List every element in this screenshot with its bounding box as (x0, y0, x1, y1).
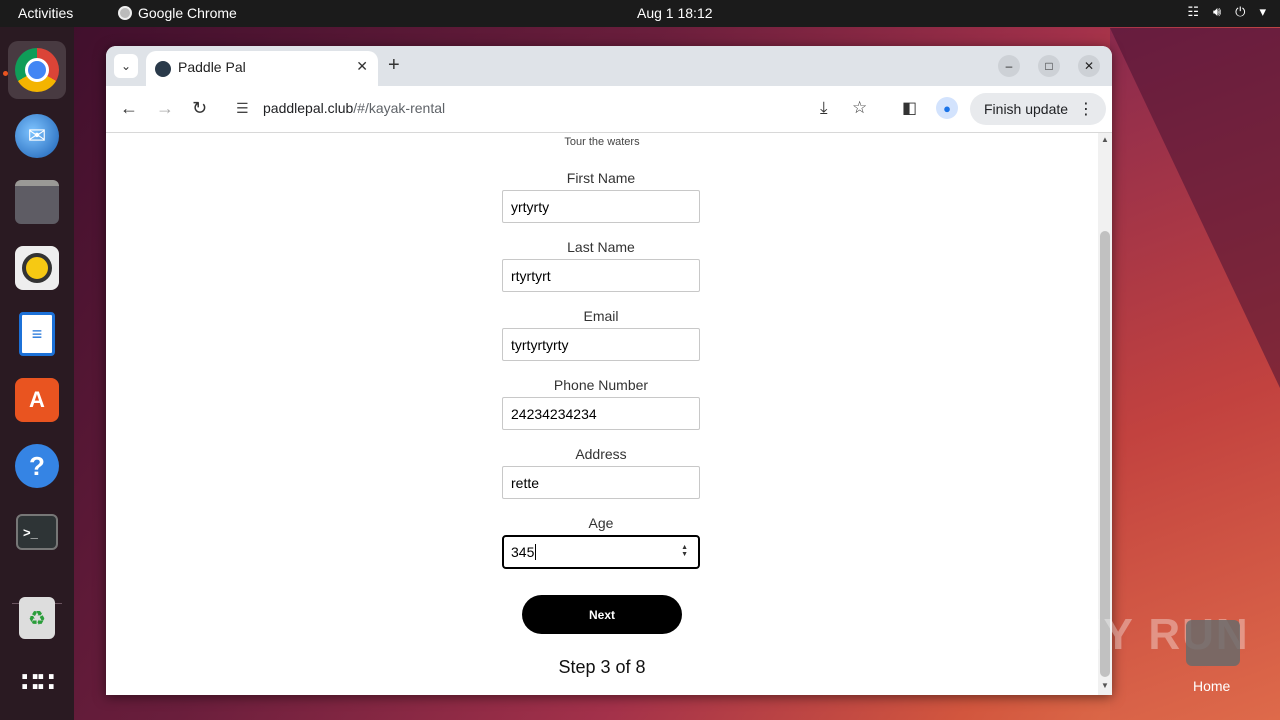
url-host: paddlepal.club (263, 100, 354, 116)
age-label: Age (588, 515, 614, 531)
trash-icon: ♻ (19, 597, 55, 639)
system-top-bar: Activities Google Chrome Aug 1 18:12 ☷ 🔊… (0, 0, 1280, 27)
site-info-icon[interactable]: ☰ (236, 100, 249, 117)
dock-help[interactable]: ? (8, 437, 66, 495)
tab-strip: ⌄ Paddle Pal ✕ + – □ ✕ (106, 46, 1112, 86)
age-input[interactable]: 345 ▲ ▼ (502, 535, 700, 569)
chrome-icon (15, 48, 59, 92)
chrome-icon (118, 6, 132, 20)
url-path: /#/kayak-rental (353, 100, 446, 116)
close-icon: ✕ (1083, 59, 1095, 73)
first-name-label: First Name (566, 170, 636, 186)
phone-label: Phone Number (553, 377, 649, 393)
minimize-icon: – (1005, 59, 1013, 73)
system-tray[interactable]: ☷ 🔊︎ ⏻ ▾ (1187, 4, 1266, 20)
app-grid-icon: ∷∷ (20, 666, 55, 697)
chrome-window: ⌄ Paddle Pal ✕ + – □ ✕ ← → ↻ ☰ paddlepal… (106, 46, 1112, 695)
network-icon: ☷ (1187, 4, 1199, 19)
chevron-down-icon: ⌄ (120, 59, 132, 73)
dock-terminal[interactable]: >_ (8, 503, 66, 561)
age-value: 345 (511, 544, 535, 560)
text-cursor (535, 544, 537, 560)
phone-input[interactable]: 24234234234 (502, 397, 700, 430)
close-icon[interactable]: ✕ (356, 58, 368, 75)
address-bar[interactable]: ☰ paddlepal.club/#/kayak-rental ⤓ ☆ (224, 92, 884, 126)
app-center-icon: A (15, 378, 59, 422)
dock-writer[interactable]: ≡ (8, 305, 66, 363)
reload-button[interactable]: ↻ (192, 98, 207, 119)
last-name-label: Last Name (567, 239, 635, 255)
volume-icon: 🔊︎ (1212, 4, 1222, 19)
home-folder-label: Home (1193, 678, 1231, 694)
activities-button[interactable]: Activities (18, 5, 73, 21)
new-tab-button[interactable]: + (388, 54, 400, 76)
wallpaper-shape (1110, 28, 1280, 388)
finish-update-button[interactable]: Finish update ⋮ (970, 93, 1106, 125)
step-indicator: Step 3 of 8 (558, 657, 646, 677)
next-button[interactable]: Next (522, 595, 682, 634)
side-panel-icon[interactable]: ◧ (902, 98, 917, 118)
address-input[interactable]: rette (502, 466, 700, 499)
dock-thunderbird[interactable]: ✉ (8, 107, 66, 165)
page-tagline: Tour the waters (564, 136, 640, 148)
close-window-button[interactable]: ✕ (1078, 55, 1100, 77)
dock-app-grid[interactable]: ∷∷ (8, 653, 66, 711)
terminal-icon: >_ (16, 514, 58, 550)
writer-icon: ≡ (19, 312, 55, 356)
scroll-down-icon[interactable]: ▼ (1101, 681, 1109, 690)
dock-chrome[interactable] (8, 41, 66, 99)
maximize-icon: □ (1045, 59, 1053, 73)
person-icon: ● (943, 100, 951, 116)
email-input[interactable]: tyrtyrtyrty (502, 328, 700, 361)
first-name-input[interactable]: yrtyrty (502, 190, 700, 223)
thunderbird-icon: ✉ (15, 114, 59, 158)
last-name-input[interactable]: rtyrtyrt (502, 259, 700, 292)
page-content: Tour the waters First Name yrtyrty Last … (106, 133, 1098, 695)
scroll-up-icon[interactable]: ▲ (1101, 135, 1109, 144)
chevron-down-icon: ▾ (1259, 4, 1266, 19)
tab-search-button[interactable]: ⌄ (114, 54, 138, 78)
number-spinner-icon[interactable]: ▲ ▼ (681, 544, 688, 558)
app-menu[interactable]: Google Chrome (118, 5, 237, 21)
home-folder-icon[interactable] (1186, 620, 1240, 666)
paddle-pal-favicon-icon (155, 61, 171, 77)
power-icon: ⏻ (1235, 4, 1246, 19)
rhythmbox-icon (15, 246, 59, 290)
minimize-button[interactable]: – (998, 55, 1020, 77)
maximize-button[interactable]: □ (1038, 55, 1060, 77)
email-label: Email (583, 308, 619, 324)
url-text: paddlepal.club/#/kayak-rental (263, 100, 445, 116)
dock: ✉ ≡ A ? >_ ♻ ∷∷ (0, 27, 74, 720)
help-icon: ? (15, 444, 59, 488)
app-name: Google Chrome (138, 5, 237, 21)
browser-toolbar: ← → ↻ ☰ paddlepal.club/#/kayak-rental ⤓ … (106, 86, 1112, 133)
dock-app-center[interactable]: A (8, 371, 66, 429)
profile-avatar[interactable]: ● (936, 97, 958, 119)
install-app-icon[interactable]: ⤓ (820, 98, 828, 118)
forward-button[interactable]: → (156, 98, 174, 119)
back-button[interactable]: ← (120, 98, 138, 119)
address-label: Address (575, 446, 627, 462)
tab-title: Paddle Pal (178, 59, 246, 75)
finish-update-label: Finish update (984, 101, 1069, 117)
tab-paddle-pal[interactable]: Paddle Pal ✕ (146, 51, 378, 86)
clock[interactable]: Aug 1 18:12 (637, 5, 713, 21)
files-icon (15, 180, 59, 224)
dock-rhythmbox[interactable] (8, 239, 66, 297)
dock-trash[interactable]: ♻ (8, 589, 66, 647)
dock-files[interactable] (8, 173, 66, 231)
more-vert-icon: ⋮ (1078, 101, 1094, 118)
bookmark-star-icon[interactable]: ☆ (852, 98, 867, 118)
